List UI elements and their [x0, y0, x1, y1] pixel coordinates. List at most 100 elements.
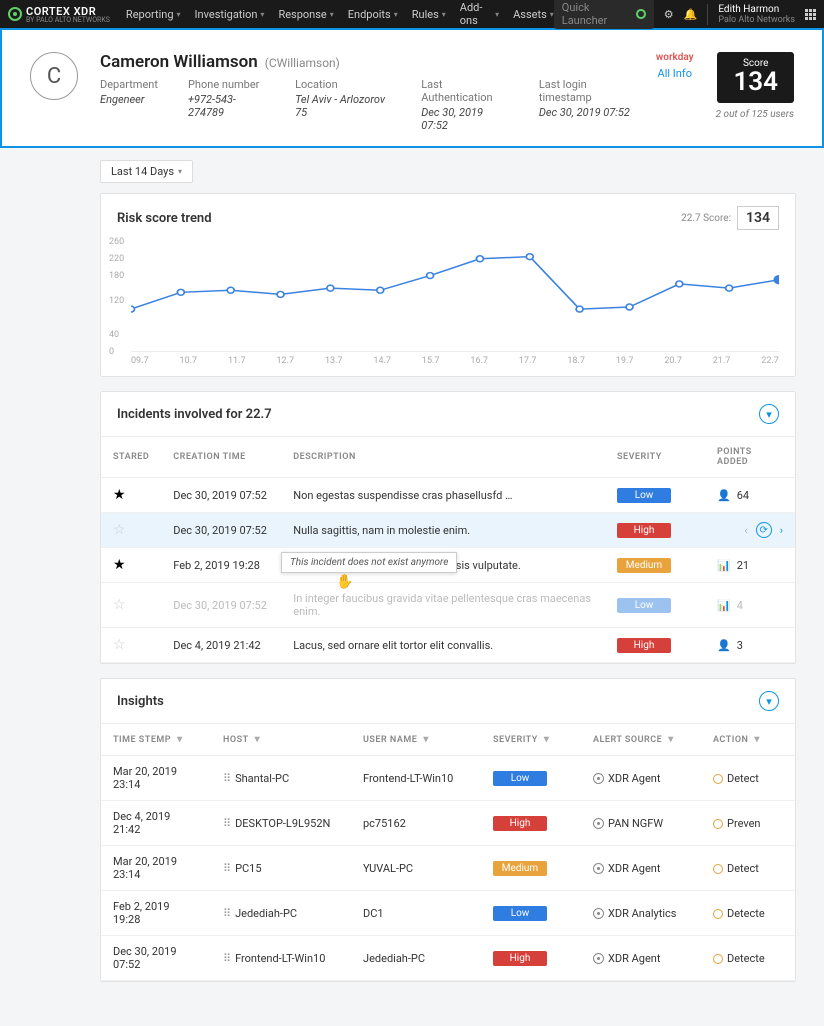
column-header[interactable]: ALERT SOURCE▾: [581, 724, 701, 756]
chevron-left-icon[interactable]: ‹: [744, 524, 747, 537]
table-row[interactable]: ☆ Dec 4, 2019 21:42 Lacus, sed ornare el…: [101, 628, 795, 663]
table-row[interactable]: Mar 20, 2019 23:14 ⠿Shantal-PC Frontend-…: [101, 756, 795, 801]
risk-trend-chart: 040120180220260 09.710.711.712.713.714.7…: [101, 242, 795, 376]
field-label: Location: [295, 78, 391, 91]
field-value: Tel Aviv - Arlozorov 75: [295, 93, 391, 119]
table-row[interactable]: Mar 20, 2019 23:14 ⠿PC15 YUVAL-PC Medium…: [101, 846, 795, 891]
column-header[interactable]: ACTION▾: [701, 724, 795, 756]
chevron-down-icon: ▾: [550, 10, 554, 19]
insights-card: Insights ▾ TIME STEMP▾HOST▾USER NAME▾SEV…: [100, 678, 796, 982]
alert-source: XDR Analytics: [608, 907, 676, 920]
all-info-link[interactable]: All Info: [656, 67, 694, 80]
action-status-icon: [713, 819, 723, 829]
star-icon[interactable]: ☆: [113, 522, 126, 538]
incidents-table: STAREDCREATION TIMEDESCRIPTIONSEVERITYPO…: [101, 436, 795, 663]
apps-grid-icon[interactable]: [805, 9, 816, 20]
collapse-button[interactable]: ▾: [759, 404, 779, 424]
host: Jedediah-PC: [235, 907, 297, 920]
timestamp: Dec 30, 2019 07:52: [101, 936, 211, 981]
nav-addons[interactable]: Add-ons▾: [460, 1, 499, 27]
nav-rules[interactable]: Rules▾: [412, 1, 446, 27]
nav-endpoints[interactable]: Endpoits▾: [348, 1, 398, 27]
star-icon[interactable]: ☆: [113, 597, 126, 613]
bell-icon[interactable]: 🔔: [684, 8, 698, 21]
action: Preven: [727, 817, 761, 830]
column-header[interactable]: CREATION TIME: [161, 437, 281, 478]
field-value: +972-543-274789: [188, 93, 265, 119]
star-icon[interactable]: ★: [113, 557, 126, 573]
column-header[interactable]: SEVERITY▾: [481, 724, 581, 756]
table-row[interactable]: ★ Dec 30, 2019 07:52 Non egestas suspend…: [101, 478, 795, 513]
drag-icon[interactable]: ⠿: [223, 817, 231, 830]
host: PC15: [235, 862, 261, 875]
user-name: Frontend-LT-Win10: [351, 756, 481, 801]
severity-badge: High: [493, 951, 547, 966]
filter-icon[interactable]: ▾: [754, 734, 760, 745]
date-range-filter[interactable]: Last 14 Days ▾: [100, 160, 193, 183]
host: DESKTOP-L9L952N: [235, 817, 330, 830]
gear-icon[interactable]: ⚙: [664, 8, 674, 21]
user-name: pc75162: [351, 801, 481, 846]
alert-source: PAN NGFW: [608, 817, 663, 830]
timestamp: Mar 20, 2019 23:14: [101, 846, 211, 891]
user-menu[interactable]: Edith Harmon Palo Alto Networks: [707, 4, 795, 25]
filter-icon[interactable]: ▾: [423, 734, 429, 745]
action-status-icon: [713, 954, 723, 964]
column-header[interactable]: SEVERITY: [605, 437, 705, 478]
column-header[interactable]: USER NAME▾: [351, 724, 481, 756]
star-icon[interactable]: ★: [113, 487, 126, 503]
column-header[interactable]: TIME STEMP▾: [101, 724, 211, 756]
table-row[interactable]: ☆ Dec 30, 2019 07:52 Nulla sagittis, nam…: [101, 513, 795, 548]
field-value: Engeneer: [100, 93, 158, 106]
table-row[interactable]: Dec 30, 2019 07:52 ⠿ Frontend-LT-Win10 Je…: [101, 936, 795, 981]
avatar: C: [30, 52, 78, 100]
host: Frontend-LT-Win10: [235, 952, 325, 965]
chevron-right-icon[interactable]: ›: [780, 524, 783, 537]
action-status-icon: [713, 864, 723, 874]
severity-badge: Low: [493, 771, 547, 786]
top-nav: CORTEX XDR BY PALO ALTO NETWORKS Reporti…: [0, 0, 824, 28]
drag-icon[interactable]: ⠿: [223, 907, 231, 920]
nav-investigation[interactable]: Investigation▾: [195, 1, 265, 27]
refresh-icon[interactable]: ⟳: [756, 522, 772, 538]
card-title: Insights: [117, 694, 164, 709]
nav-reporting[interactable]: Reporting▾: [126, 1, 181, 27]
points-value: 64: [737, 489, 749, 502]
filter-icon[interactable]: ▾: [177, 734, 183, 745]
column-header[interactable]: DESCRIPTION: [281, 437, 605, 478]
points-value: 21: [737, 559, 749, 572]
score-rank: 2 out of 125 users: [716, 109, 794, 120]
alert-source: XDR Agent: [608, 772, 660, 785]
user-name: Jedediah-PC: [351, 936, 481, 981]
drag-icon[interactable]: ⠿: [223, 772, 231, 785]
quick-launcher[interactable]: Quick Launcher: [554, 0, 654, 29]
filter-icon[interactable]: ▾: [255, 734, 261, 745]
column-header[interactable]: HOST▾: [211, 724, 351, 756]
nav-assets[interactable]: Assets▾: [513, 1, 554, 27]
action: Detecte: [727, 907, 765, 920]
description: Non egestas suspendisse cras phasellusfd…: [281, 478, 605, 513]
creation-time: Dec 4, 2019 21:42: [161, 628, 281, 663]
chevron-down-icon: ▾: [330, 10, 334, 19]
table-row[interactable]: Dec 4, 2019 21:42 ⠿ DESKTOP-L9L952N pc751…: [101, 801, 795, 846]
chevron-down-icon: ▾: [495, 10, 499, 19]
alert-source: XDR Agent: [608, 952, 660, 965]
source-icon: [593, 863, 604, 874]
collapse-button[interactable]: ▾: [759, 691, 779, 711]
host: Shantal-PC: [235, 772, 289, 785]
table-row[interactable]: ☆ Dec 30, 2019 07:52 In integer faucibus…: [101, 583, 795, 628]
timestamp: Dec 4, 2019 21:42: [101, 801, 211, 846]
drag-icon[interactable]: ⠿: [223, 862, 231, 875]
nav-response[interactable]: Response▾: [278, 1, 333, 27]
brand[interactable]: CORTEX XDR BY PALO ALTO NETWORKS: [8, 5, 110, 24]
column-header[interactable]: STARED: [101, 437, 161, 478]
column-header[interactable]: POINTS ADDED: [705, 437, 795, 478]
points-icon: 👤: [717, 639, 731, 652]
points-value: 4: [737, 599, 743, 612]
filter-icon[interactable]: ▾: [668, 734, 674, 745]
filter-icon[interactable]: ▾: [544, 734, 550, 745]
drag-icon[interactable]: ⠿: [223, 952, 231, 965]
timestamp: Feb 2, 2019 19:28: [101, 891, 211, 936]
star-icon[interactable]: ☆: [113, 637, 126, 653]
table-row[interactable]: Feb 2, 2019 19:28 ⠿Jedediah-PC DC1 Low X…: [101, 891, 795, 936]
